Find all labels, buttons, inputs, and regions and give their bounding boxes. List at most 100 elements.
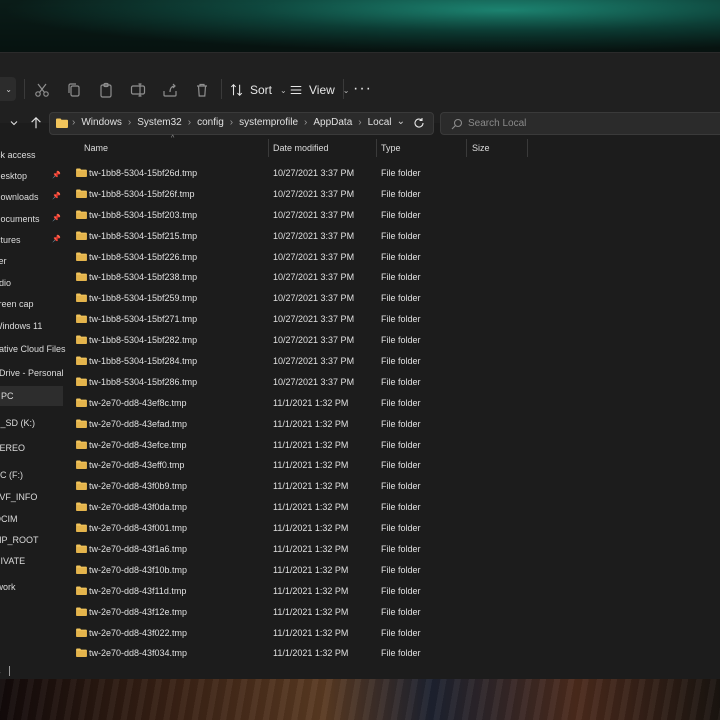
table-row[interactable]: tw-2e70-dd8-43f1a6.tmp 11/1/2021 1:32 PM F… [63, 539, 720, 560]
file-name: tw-1bb8-5304-15bf238.tmp [89, 272, 198, 283]
file-name: tw-2e70-dd8-43f1a6.tmp [89, 544, 188, 555]
column-header-size[interactable]: Size [472, 137, 490, 159]
view-button[interactable]: View ⌄ [289, 79, 350, 101]
column-header-type[interactable]: Type [381, 137, 401, 159]
new-button[interactable]: ⌄ [0, 77, 16, 101]
table-row[interactable]: tw-2e70-dd8-43efce.tmp 11/1/2021 1:32 PM F… [63, 435, 720, 456]
file-name: tw-1bb8-5304-15bf215.tmp [89, 230, 198, 241]
file-date-modified: 11/1/2021 1:32 PM [273, 523, 349, 534]
cut-icon[interactable] [33, 81, 51, 99]
table-row[interactable]: tw-1bb8-5304-15bf286.tmp 10/27/2021 3:37 … [63, 372, 720, 393]
file-date-modified: 10/27/2021 3:37 PM [273, 188, 355, 199]
delete-icon[interactable] [193, 81, 211, 99]
sidebar-item[interactable]: udio [0, 273, 63, 293]
sidebar-item[interactable]: cer [0, 251, 63, 271]
table-row[interactable]: tw-1bb8-5304-15bf26d.tmp 10/27/2021 3:37 … [63, 163, 720, 184]
address-bar[interactable]: › Windows › System32 › config › systempr… [49, 112, 434, 135]
sidebar-item[interactable]: MP_ROOT [0, 530, 63, 550]
folder-icon [76, 272, 87, 282]
address-row: › Windows › System32 › config › systempr… [0, 111, 720, 137]
table-row[interactable]: tw-2e70-dd8-43f12e.tmp 11/1/2021 1:32 PM F… [63, 602, 720, 623]
table-row[interactable]: tw-2e70-dd8-43f10b.tmp 11/1/2021 1:32 PM F… [63, 560, 720, 581]
folder-icon [76, 356, 87, 366]
column-divider[interactable] [268, 139, 269, 157]
file-type: File folder [381, 397, 421, 408]
sidebar-item[interactable]: Desktop 📌 [0, 166, 63, 186]
sidebar-item[interactable]: RIVATE [0, 551, 63, 571]
file-type: File folder [381, 544, 421, 555]
breadcrumb-chevron-icon: › [229, 117, 234, 128]
table-row[interactable]: tw-1bb8-5304-15bf203.tmp 10/27/2021 3:37 … [63, 205, 720, 226]
file-type: File folder [381, 418, 421, 429]
address-history-chevron-icon[interactable]: ⌄ [397, 116, 405, 127]
rename-icon[interactable] [129, 81, 147, 99]
sidebar-item[interactable]: AVF_INFO [0, 487, 63, 507]
sidebar-item[interactable]: XC (F:) [0, 465, 63, 485]
file-type: File folder [381, 627, 421, 638]
table-row[interactable]: tw-1bb8-5304-15bf215.tmp 10/27/2021 3:37 … [63, 226, 720, 247]
sort-button[interactable]: Sort ⌄ [230, 79, 287, 101]
sidebar-item[interactable]: eative Cloud Files [0, 339, 66, 359]
sidebar-item[interactable]: N_SD (K:) [0, 413, 63, 433]
table-row[interactable]: tw-1bb8-5304-15bf282.tmp 10/27/2021 3:37 … [63, 330, 720, 351]
breadcrumb-local[interactable]: Local [368, 117, 392, 128]
table-row[interactable]: tw-1bb8-5304-15bf271.tmp 10/27/2021 3:37 … [63, 309, 720, 330]
table-row[interactable]: tw-2e70-dd8-43eff0.tmp 11/1/2021 1:32 PM F… [63, 455, 720, 476]
table-row[interactable]: tw-1bb8-5304-15bf26f.tmp 10/27/2021 3:37 … [63, 184, 720, 205]
column-header-name[interactable]: Name [84, 137, 108, 159]
breadcrumb-appdata[interactable]: AppData [313, 117, 352, 128]
column-divider[interactable] [527, 139, 528, 157]
folder-icon [76, 168, 87, 177]
breadcrumb-chevron-icon: › [304, 117, 308, 128]
table-row[interactable]: tw-2e70-dd8-43f0b9.tmp 11/1/2021 1:32 PM F… [63, 476, 720, 497]
sidebar-item[interactable]: twork [0, 577, 63, 597]
sidebar-item[interactable]: TEREO [0, 438, 63, 458]
file-name: tw-2e70-dd8-43efad.tmp [89, 418, 188, 429]
sidebar-item[interactable]: Documents 📌 [0, 209, 63, 229]
folder-icon [76, 419, 87, 428]
file-name: tw-2e70-dd8-43f0b9.tmp [89, 481, 188, 492]
table-row[interactable]: tw-2e70-dd8-43ef8c.tmp 11/1/2021 1:32 PM F… [63, 393, 720, 414]
pin-icon: 📌 [52, 172, 61, 179]
table-row[interactable]: tw-2e70-dd8-43f022.tmp 11/1/2021 1:32 PM F… [63, 623, 720, 644]
file-date-modified: 11/1/2021 1:32 PM [273, 564, 349, 575]
breadcrumb-config[interactable]: config [197, 117, 224, 128]
sidebar-item[interactable]: OCIM [0, 509, 63, 529]
sidebar-item-label: twork [0, 582, 16, 592]
sidebar-item[interactable]: creen cap [0, 294, 63, 314]
sidebar-item[interactable]: Downloads 📌 [0, 187, 63, 207]
table-row[interactable]: tw-2e70-dd8-43f001.tmp 11/1/2021 1:32 PM F… [63, 518, 720, 539]
table-row[interactable]: tw-2e70-dd8-43f034.tmp 11/1/2021 1:32 PM F… [63, 643, 720, 664]
sidebar-item[interactable]: ick access [0, 145, 63, 165]
sidebar-item[interactable]: Windows 11 [0, 316, 63, 336]
table-row[interactable]: tw-2e70-dd8-43f0da.tmp 11/1/2021 1:32 PM F… [63, 497, 720, 518]
breadcrumb-systemprofile[interactable]: systemprofile [239, 117, 298, 128]
column-divider[interactable] [466, 139, 467, 157]
table-row[interactable]: tw-1bb8-5304-15bf284.tmp 10/27/2021 3:37 … [63, 351, 720, 372]
table-row[interactable]: tw-2e70-dd8-43f11d.tmp 11/1/2021 1:32 PM F… [63, 581, 720, 602]
sidebar-item[interactable]: s PC [0, 386, 63, 406]
paste-icon[interactable] [97, 81, 115, 99]
breadcrumb-system32[interactable]: System32 [137, 117, 181, 128]
folder-icon [76, 377, 87, 386]
search-box[interactable]: Search Local [440, 112, 720, 135]
table-row[interactable]: tw-1bb8-5304-15bf226.tmp 10/27/2021 3:37 … [63, 247, 720, 268]
breadcrumb-windows[interactable]: Windows [81, 117, 122, 128]
sidebar-item[interactable]: eDrive - Personal [0, 363, 64, 383]
table-row[interactable]: tw-1bb8-5304-15bf238.tmp 10/27/2021 3:37 … [63, 267, 720, 288]
more-options-button[interactable]: ··· [353, 81, 372, 97]
up-arrow-icon[interactable] [28, 115, 44, 131]
file-name: tw-1bb8-5304-15bf271.tmp [89, 314, 198, 325]
column-divider[interactable] [376, 139, 377, 157]
copy-icon[interactable] [65, 81, 83, 99]
file-date-modified: 10/27/2021 3:37 PM [273, 168, 355, 178]
refresh-icon[interactable] [413, 117, 425, 129]
recent-locations-chevron-icon[interactable] [6, 115, 22, 131]
column-header-date[interactable]: Date modified [273, 137, 329, 159]
share-icon[interactable] [161, 81, 179, 99]
sort-icon [230, 84, 243, 96]
table-row[interactable]: tw-2e70-dd8-43efad.tmp 11/1/2021 1:32 PM F… [63, 414, 720, 435]
file-type: File folder [381, 356, 421, 367]
sidebar-item[interactable]: ictures 📌 [0, 230, 63, 250]
table-row[interactable]: tw-1bb8-5304-15bf259.tmp 10/27/2021 3:37 … [63, 288, 720, 309]
